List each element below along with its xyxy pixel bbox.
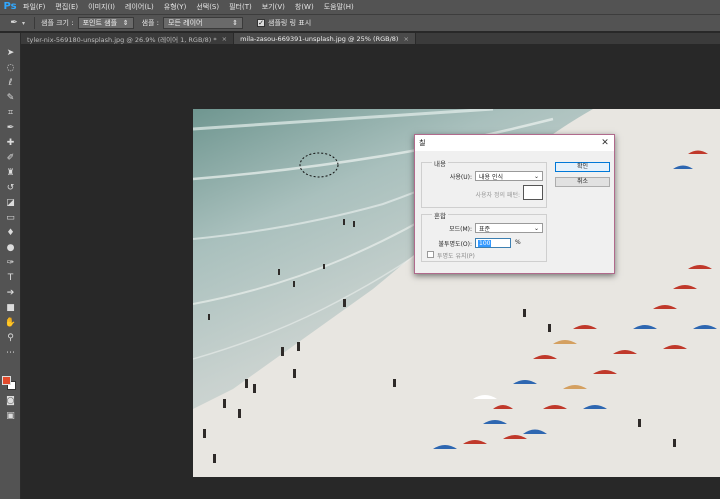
- contents-group-title: 내용: [432, 158, 448, 168]
- preserve-transparency-checkbox[interactable]: [427, 251, 434, 258]
- chevron-down-icon: ⌄: [533, 224, 539, 232]
- custom-pattern-label: 사용자 정의 패턴:: [475, 192, 520, 199]
- tab-label: mila-zasou-669391-unsplash.jpg @ 25% (RG…: [240, 34, 399, 43]
- menu-view[interactable]: 보기(V): [257, 2, 290, 12]
- mode-value: 표준: [479, 225, 491, 233]
- use-select[interactable]: 내용 인식 ⌄: [475, 171, 543, 181]
- mode-select[interactable]: 표준 ⌄: [475, 223, 543, 233]
- sample-size-label: 샘플 크기 :: [41, 19, 74, 27]
- tab-document-2[interactable]: mila-zasou-669391-unsplash.jpg @ 25% (RG…: [234, 33, 416, 44]
- preserve-transparency-label: 투명도 유지(P): [437, 253, 475, 260]
- sample-size-select[interactable]: 포인트 샘플 ⇕: [77, 17, 134, 29]
- gradient-tool-icon[interactable]: ▭: [3, 212, 18, 224]
- pen-tool-icon[interactable]: ✑: [3, 257, 18, 269]
- dodge-tool-icon[interactable]: ●: [3, 242, 18, 254]
- zoom-tool-icon[interactable]: ⚲: [3, 332, 18, 344]
- close-icon[interactable]: ✕: [596, 136, 614, 150]
- healing-brush-tool-icon[interactable]: ✚: [3, 137, 18, 149]
- menu-window[interactable]: 창(W): [290, 2, 319, 12]
- clone-stamp-tool-icon[interactable]: ♜: [3, 167, 18, 179]
- eyedropper-tool-icon[interactable]: ✒: [3, 122, 18, 134]
- dialog-title: 칠: [419, 139, 426, 147]
- chevron-down-icon: ⇕: [122, 19, 129, 27]
- opacity-label: 불투명도(O):: [438, 241, 472, 248]
- rectangle-tool-icon[interactable]: ■: [3, 302, 18, 314]
- menu-image[interactable]: 이미지(I): [83, 2, 120, 12]
- ok-button[interactable]: 확인: [555, 162, 610, 172]
- menu-type[interactable]: 유형(Y): [159, 2, 192, 12]
- show-ring-label: 샘플링 링 표시: [268, 19, 312, 27]
- chevron-down-icon: ⇕: [232, 19, 239, 27]
- opacity-unit: %: [515, 239, 521, 246]
- sample-label: 샘플 :: [141, 19, 160, 27]
- close-icon[interactable]: ×: [222, 35, 227, 43]
- options-divider: [34, 17, 35, 29]
- custom-pattern-picker: [523, 185, 543, 200]
- show-ring-checkbox[interactable]: ✓: [257, 19, 266, 27]
- fill-dialog: 칠 ✕ 내용 사용(U): 내용 인식 ⌄ 사용자 정의 패턴: 혼합 모드(M…: [414, 134, 615, 274]
- menu-help[interactable]: 도움말(H): [319, 2, 359, 12]
- mode-label: 모드(M):: [449, 226, 472, 233]
- quick-mask-icon[interactable]: ◙: [3, 395, 18, 407]
- contents-group: 내용 사용(U): 내용 인식 ⌄ 사용자 정의 패턴:: [421, 158, 547, 208]
- use-value: 내용 인식: [479, 173, 503, 181]
- dialog-titlebar[interactable]: 칠 ✕: [415, 135, 614, 151]
- sample-value: 모든 레이어: [168, 19, 203, 27]
- close-icon[interactable]: ×: [403, 35, 408, 43]
- blur-tool-icon[interactable]: ♦: [3, 227, 18, 239]
- menu-select[interactable]: 선택(S): [191, 2, 224, 12]
- tab-label: tyler-nix-569180-unsplash.jpg @ 26.9% (레…: [27, 35, 217, 44]
- photoshop-logo: Ps: [3, 1, 17, 12]
- eraser-tool-icon[interactable]: ◪: [3, 197, 18, 209]
- blending-group-title: 혼합: [432, 210, 448, 220]
- menu-layer[interactable]: 레이어(L): [120, 2, 159, 12]
- menu-bar: Ps 파일(F) 편집(E) 이미지(I) 레이어(L) 유형(Y) 선택(S)…: [0, 0, 720, 14]
- quick-select-tool-icon[interactable]: ✎: [3, 92, 18, 104]
- brush-tool-icon[interactable]: ✐: [3, 152, 18, 164]
- chevron-down-icon: ⌄: [533, 172, 539, 180]
- path-select-tool-icon[interactable]: ➔: [3, 287, 18, 299]
- foreground-color-swatch[interactable]: [2, 376, 11, 385]
- photoshop-window: Ps 파일(F) 편집(E) 이미지(I) 레이어(L) 유형(Y) 선택(S)…: [0, 0, 720, 499]
- options-bar: ✒ ▾ 샘플 크기 : 포인트 샘플 ⇕ 샘플 : 모든 레이어 ⇕ ✓ 샘플링…: [0, 14, 720, 32]
- more-tools-icon[interactable]: ⋯: [3, 347, 18, 359]
- history-brush-tool-icon[interactable]: ↺: [3, 182, 18, 194]
- menu-edit[interactable]: 편집(E): [50, 2, 83, 12]
- cancel-button[interactable]: 취소: [555, 177, 610, 187]
- marquee-tool-icon[interactable]: ◌: [3, 62, 18, 74]
- lasso-tool-icon[interactable]: ℓ: [3, 77, 18, 89]
- type-tool-icon[interactable]: T: [3, 272, 18, 284]
- document-tabs: tyler-nix-569180-unsplash.jpg @ 26.9% (레…: [21, 33, 720, 44]
- screen-mode-icon[interactable]: ▣: [3, 410, 18, 422]
- opacity-input[interactable]: 100: [475, 238, 511, 248]
- eyedropper-icon[interactable]: ✒: [6, 16, 22, 30]
- blending-group: 혼합 모드(M): 표준 ⌄ 불투명도(O): 100 % 투명도 유지(P): [421, 210, 547, 262]
- crop-tool-icon[interactable]: ⌗: [3, 107, 18, 119]
- sample-size-value: 포인트 샘플: [82, 19, 118, 27]
- opacity-value: 100: [478, 239, 492, 247]
- tools-panel: ➤ ◌ ℓ ✎ ⌗ ✒ ✚ ✐ ♜ ↺ ◪ ▭ ♦ ● ✑ T ➔ ■ ✋ ⚲ …: [0, 33, 21, 499]
- sample-select[interactable]: 모든 레이어 ⇕: [163, 17, 244, 29]
- hand-tool-icon[interactable]: ✋: [3, 317, 18, 329]
- menu-filter[interactable]: 필터(T): [224, 2, 257, 12]
- tab-document-1[interactable]: tyler-nix-569180-unsplash.jpg @ 26.9% (레…: [21, 33, 235, 44]
- menu-file[interactable]: 파일(F): [18, 2, 50, 12]
- move-tool-icon[interactable]: ➤: [3, 47, 18, 59]
- use-label: 사용(U):: [449, 174, 472, 181]
- tool-preset-dropdown-icon[interactable]: ▾: [22, 20, 30, 27]
